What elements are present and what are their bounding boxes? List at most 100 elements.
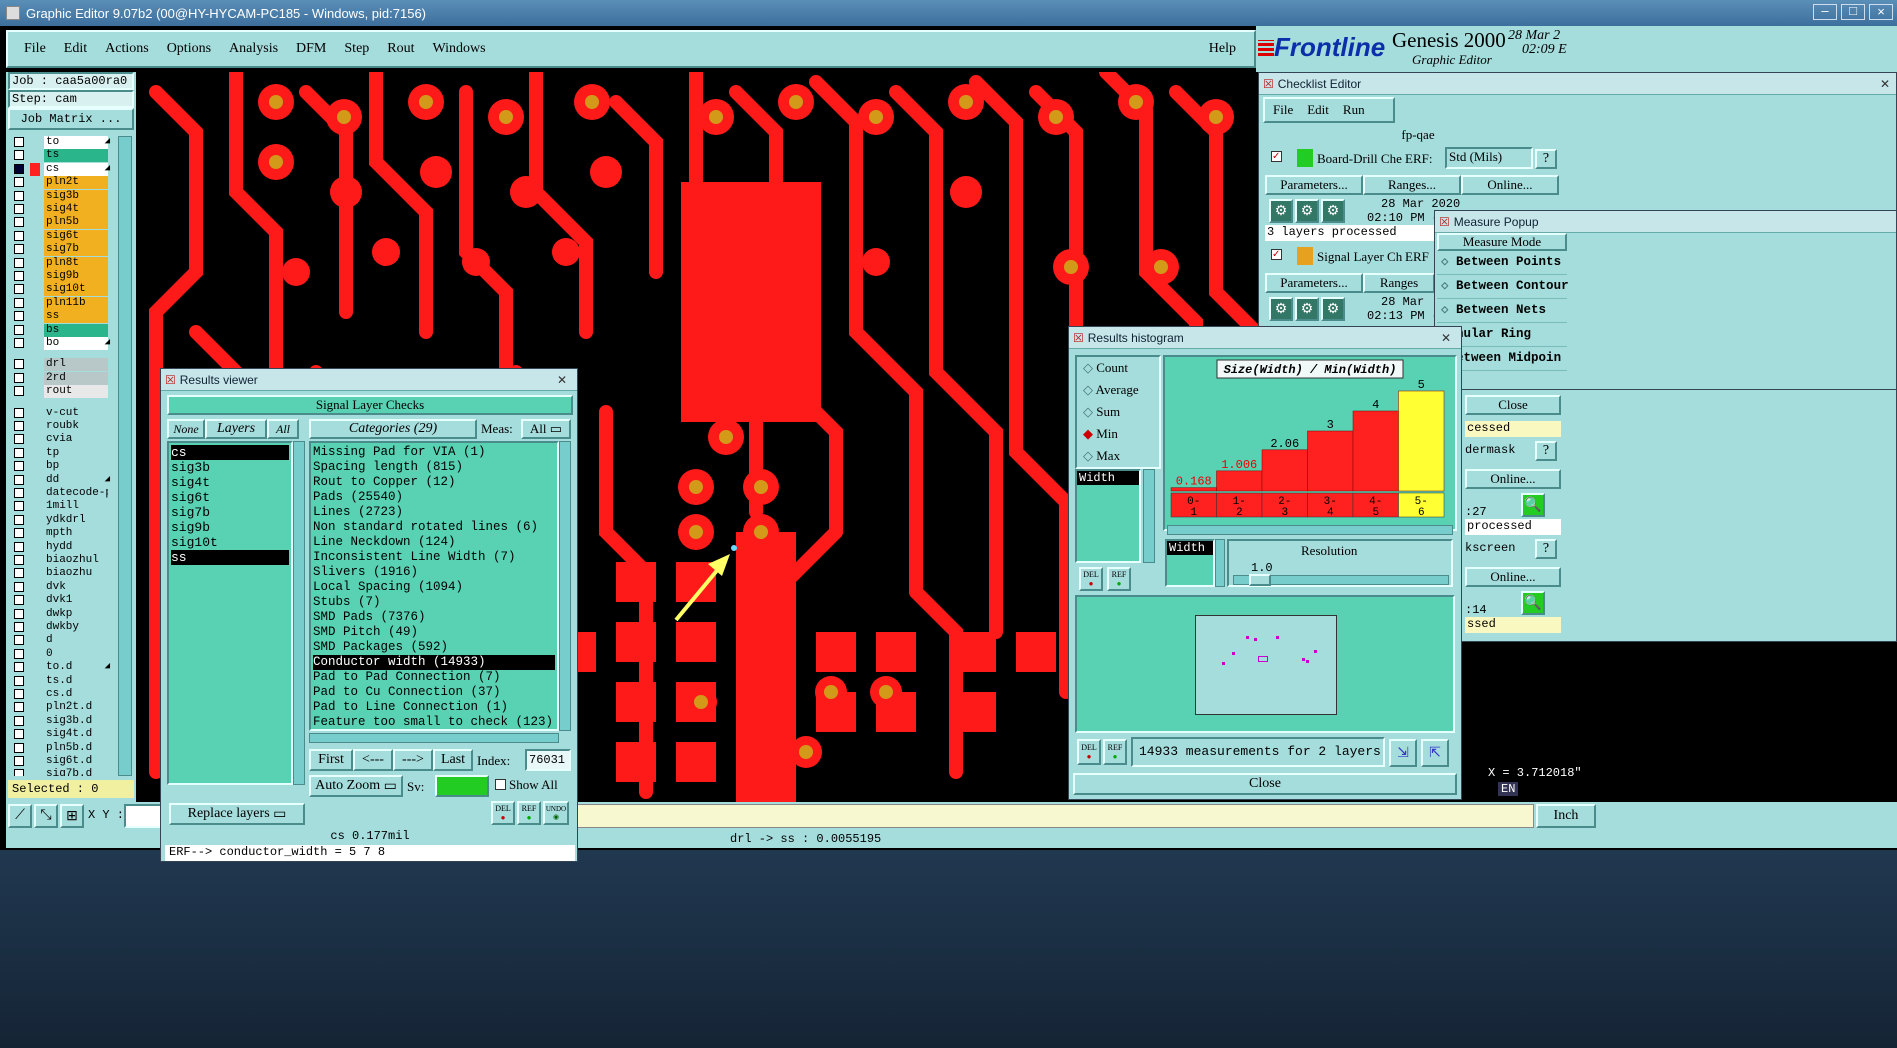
tool-icon-2[interactable]: ⤡	[34, 804, 58, 828]
layer-checkbox[interactable]	[14, 407, 24, 418]
layer-swatch[interactable]	[30, 149, 40, 162]
job-matrix-button[interactable]: Job Matrix ...	[8, 108, 134, 130]
layers-button[interactable]: Layers	[205, 419, 267, 439]
layer-checkbox[interactable]	[14, 648, 24, 659]
layer-name[interactable]: mpth	[44, 527, 108, 541]
ref-button[interactable]: REF ●	[517, 801, 541, 825]
layer-row[interactable]: hydd	[8, 540, 112, 554]
layer-checkbox[interactable]	[14, 689, 24, 699]
layer-name[interactable]: dd	[44, 473, 108, 487]
aggregate-option[interactable]: ◇ Average	[1077, 379, 1159, 401]
layer-row[interactable]: to.d ◢	[8, 661, 112, 675]
checklist-menu-file[interactable]: File	[1273, 102, 1293, 118]
layer-swatch[interactable]	[30, 203, 40, 216]
layer-swatch[interactable]	[30, 324, 40, 337]
parameters-button-2[interactable]: Parameters...	[1265, 273, 1363, 293]
prev-button[interactable]: <---	[353, 749, 393, 771]
layer-row[interactable]: rout	[8, 385, 112, 399]
category-item[interactable]: Slivers (1916)	[313, 565, 555, 580]
layer-swatch[interactable]	[30, 768, 40, 776]
layer-row[interactable]: cvia	[8, 433, 112, 447]
layer-checkbox[interactable]	[14, 541, 24, 552]
layer-checkbox[interactable]	[14, 217, 24, 228]
layer-checkbox[interactable]	[14, 244, 24, 255]
layer-checkbox[interactable]	[14, 230, 24, 241]
run-icon-1[interactable]: ⚙	[1269, 199, 1293, 223]
layer-checkbox[interactable]	[14, 675, 24, 686]
layer-swatch[interactable]	[30, 621, 40, 634]
layer-name[interactable]: sig7b.d	[44, 768, 108, 776]
layer-checkbox[interactable]	[14, 163, 24, 174]
layer-swatch[interactable]	[30, 216, 40, 229]
category-item[interactable]: SMD Pads (7376)	[313, 610, 555, 625]
layer-name[interactable]: datecode-pt	[44, 487, 108, 500]
layer-swatch[interactable]	[30, 675, 40, 688]
layer-checkbox[interactable]	[14, 204, 24, 214]
menu-step[interactable]: Step	[344, 41, 369, 57]
measure-mode-item[interactable]: ◇ Between Points	[1437, 251, 1567, 275]
layer-checkbox[interactable]	[14, 150, 24, 161]
layer-checkbox[interactable]	[14, 324, 24, 335]
category-item[interactable]: Missing Pad for VIA (1)	[313, 445, 555, 460]
layer-name[interactable]: dwkp	[44, 607, 108, 621]
layer-name[interactable]: biaozhu	[44, 567, 108, 581]
layer-name[interactable]: sig4t.d	[44, 728, 108, 742]
layer-name[interactable]: sig9b	[44, 270, 108, 283]
layer-name[interactable]: ts.d	[44, 674, 108, 688]
layer-checkbox[interactable]	[14, 488, 24, 498]
layer-checkbox[interactable]	[14, 386, 24, 397]
layer-name[interactable]: bs	[44, 323, 108, 337]
layer-swatch[interactable]	[30, 541, 40, 554]
layer-row[interactable]: sig4t.d	[8, 728, 112, 742]
category-item[interactable]: Lines (2723)	[313, 505, 555, 520]
layer-checkbox[interactable]	[14, 461, 24, 472]
layer-checkbox[interactable]	[14, 434, 24, 445]
zoom-icon-2[interactable]: 🔍	[1521, 591, 1545, 615]
close-icon[interactable]: ✕	[1880, 77, 1890, 91]
layer-name[interactable]: sig3b	[44, 189, 108, 203]
export-icon-2[interactable]: ⇱	[1421, 739, 1449, 767]
layer-checkbox[interactable]	[14, 447, 24, 458]
layer-name[interactable]: pln8t	[44, 256, 108, 270]
run-icon-5[interactable]: ⚙	[1295, 297, 1319, 321]
layer-name[interactable]: sig10t	[44, 283, 108, 297]
layer-checkbox[interactable]	[14, 622, 24, 632]
layer-checkbox[interactable]	[14, 501, 24, 512]
layer-results-list[interactable]: cs sig3b sig4t sig6t sig7b sig9b sig10t ss	[167, 441, 293, 785]
layer-result-item[interactable]: sig9b	[171, 520, 289, 535]
layer-checkbox[interactable]	[14, 756, 24, 766]
layer-row[interactable]: sig3b	[8, 189, 112, 203]
replace-layers-select[interactable]: Replace layers ▭	[169, 803, 305, 825]
layer-name[interactable]: ydkdrl	[44, 513, 108, 527]
category-scrollbar[interactable]	[559, 441, 571, 731]
layer-swatch[interactable]	[30, 487, 40, 500]
layer-checkbox[interactable]	[14, 702, 24, 713]
category-item[interactable]: Feature too small to check (123)	[313, 715, 555, 730]
close-button-right[interactable]: Close	[1465, 395, 1561, 415]
layer-swatch[interactable]	[30, 230, 40, 243]
layer-checkbox[interactable]	[14, 769, 24, 776]
histogram-close-button[interactable]: Close	[1073, 773, 1457, 795]
layer-row[interactable]: pln5b.d	[8, 741, 112, 755]
layer-checkbox[interactable]	[14, 715, 24, 726]
close-icon[interactable]: ✕	[557, 373, 567, 387]
layer-swatch[interactable]	[30, 701, 40, 714]
layer-row[interactable]: to ◢	[8, 136, 112, 149]
layer-name[interactable]: 2rd	[44, 371, 108, 385]
category-item[interactable]: SMD Packages (592)	[313, 640, 555, 655]
category-item[interactable]: Non standard rotated lines (6)	[313, 520, 555, 535]
category-item[interactable]: Pad to Cu Connection (37)	[313, 685, 555, 700]
layer-row[interactable]: dd ◢	[8, 473, 112, 487]
category-item[interactable]: Pad to Pad Connection (7)	[313, 670, 555, 685]
radio-icon[interactable]: ◇	[1441, 303, 1449, 317]
menu-analysis[interactable]: Analysis	[229, 41, 278, 57]
layer-row[interactable]: ts.d	[8, 674, 112, 688]
units-button[interactable]: Inch	[1536, 804, 1596, 828]
layer-name[interactable]: d	[44, 634, 108, 648]
layer-swatch[interactable]	[30, 742, 40, 755]
layer-checkbox[interactable]	[14, 338, 24, 348]
maximize-icon[interactable]: □	[1841, 4, 1865, 20]
layer-name[interactable]: pln11b	[44, 296, 108, 310]
layer-swatch[interactable]	[30, 594, 40, 607]
layer-row[interactable]: biaozhul	[8, 554, 112, 567]
